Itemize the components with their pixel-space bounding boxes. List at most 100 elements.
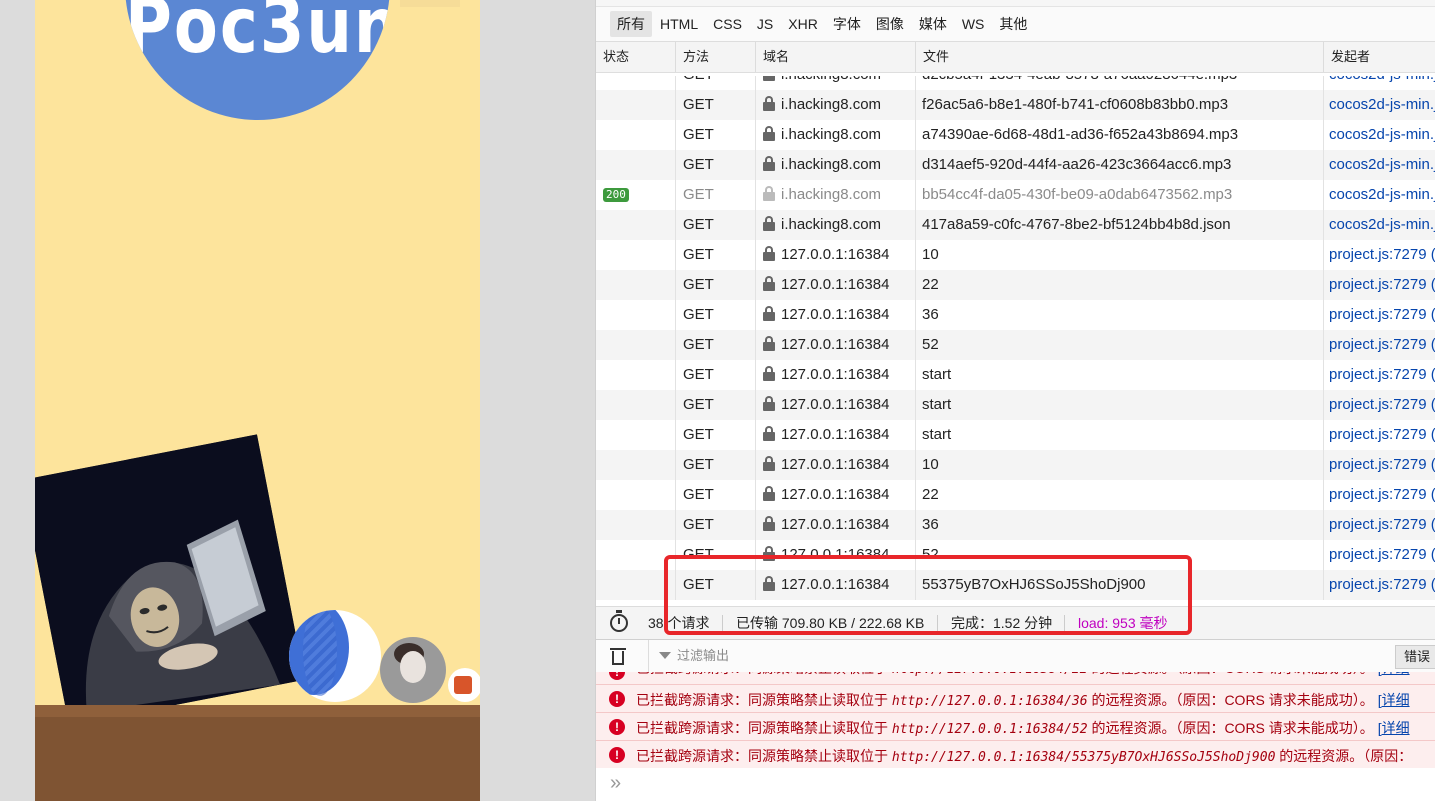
column-status[interactable]: 状态 (596, 42, 676, 72)
filter-tab-6[interactable]: 图像 (869, 11, 911, 37)
row-status (596, 360, 676, 390)
red-highlight-box (664, 555, 1192, 635)
details-link[interactable]: [详细 (1378, 672, 1410, 676)
row-method: GET (676, 330, 756, 360)
error-prefix: 已拦截跨源请求：同源策略禁止读取位于 (636, 692, 892, 708)
column-domain[interactable]: 域名 (756, 42, 916, 72)
trash-icon[interactable] (610, 646, 626, 666)
network-row[interactable]: GET i.hacking8.com 417a8a59-c0fc-4767-8be2… (596, 210, 1435, 240)
row-initiator-link[interactable]: cocos2d-js-min.j (1324, 150, 1435, 180)
blue-ball-sprite (289, 610, 381, 702)
request-type-filter-bar: 所有 HTML CSS JS XHR 字体 图像 媒体 WS 其他 (596, 7, 1435, 42)
row-file: start (916, 390, 1324, 420)
row-method: GET (676, 480, 756, 510)
network-row[interactable]: GET 127.0.0.1:16384 36 project.js:7279 (x (596, 300, 1435, 330)
row-initiator-link[interactable]: cocos2d-js-min.j (1324, 120, 1435, 150)
error-url[interactable]: http://127.0.0.1:16384/55375yB7OxHJ6SSoJ… (892, 750, 1276, 765)
error-url[interactable]: http://127.0.0.1:16384/22 (892, 672, 1088, 677)
row-domain: i.hacking8.com (756, 180, 916, 210)
row-file: bb54cc4f-da05-430f-be09-a0dab6473562.mp3 (916, 180, 1324, 210)
row-initiator-link[interactable]: project.js:7279 (x (1324, 330, 1435, 360)
row-initiator-link[interactable]: project.js:7279 (x (1324, 390, 1435, 420)
row-status (596, 300, 676, 330)
row-method: GET (676, 120, 756, 150)
column-method[interactable]: 方法 (676, 42, 756, 72)
network-row[interactable]: GET 127.0.0.1:16384 22 project.js:7279 (x (596, 270, 1435, 300)
error-url[interactable]: http://127.0.0.1:16384/36 (892, 694, 1088, 709)
filter-tab-0[interactable]: 所有 (610, 11, 652, 37)
error-icon: ! (609, 747, 625, 763)
row-initiator-link[interactable]: project.js:7279 (x (1324, 480, 1435, 510)
row-domain-text: 127.0.0.1:16384 (781, 366, 890, 383)
row-initiator-link[interactable]: project.js:7279 (x (1324, 570, 1435, 600)
console-toolbar: 过滤输出 错误 (596, 640, 1435, 673)
network-row[interactable]: GET 127.0.0.1:16384 52 project.js:7279 (x (596, 330, 1435, 360)
portrait-ball-sprite (380, 637, 446, 703)
filter-tab-5[interactable]: 字体 (826, 11, 868, 37)
timer-icon[interactable] (610, 610, 628, 632)
network-row[interactable]: GET i.hacking8.com d314aef5-920d-44f4-aa26… (596, 150, 1435, 180)
network-row[interactable]: GET 127.0.0.1:16384 10 project.js:7279 (x (596, 450, 1435, 480)
game-canvas[interactable]: Poc3une (35, 0, 480, 801)
network-row[interactable]: 200 GET i.hacking8.com bb54cc4f-da05-430f-b… (596, 180, 1435, 210)
row-domain-text: 127.0.0.1:16384 (781, 426, 890, 443)
errors-filter-button[interactable]: 错误 (1394, 645, 1435, 669)
row-initiator-link[interactable]: project.js:7279 (x (1324, 300, 1435, 330)
row-domain-text: 127.0.0.1:16384 (781, 246, 890, 263)
network-row[interactable]: GET 127.0.0.1:16384 start project.js:7279 (… (596, 420, 1435, 450)
filter-tab-3[interactable]: JS (750, 13, 780, 35)
row-initiator-link[interactable]: project.js:7279 (x (1324, 240, 1435, 270)
lock-icon (763, 396, 775, 411)
filter-tab-4[interactable]: XHR (781, 13, 825, 35)
small-ball-sprite (448, 668, 480, 702)
row-method: GET (676, 90, 756, 120)
lock-icon (763, 306, 775, 321)
network-row[interactable]: GET i.hacking8.com f26ac5a6-b8e1-480f-b741… (596, 90, 1435, 120)
network-row[interactable]: GET 127.0.0.1:16384 start project.js:7279 (… (596, 390, 1435, 420)
funnel-icon (659, 652, 671, 659)
console-filter-input[interactable]: 过滤输出 (648, 640, 1259, 672)
details-link[interactable]: [详细 (1378, 720, 1410, 736)
filter-tab-1[interactable]: HTML (653, 13, 705, 35)
filter-tab-9[interactable]: 其他 (992, 11, 1034, 37)
row-initiator-link[interactable]: project.js:7279 (x (1324, 360, 1435, 390)
row-initiator-link[interactable]: cocos2d-js-min.j (1324, 210, 1435, 240)
row-domain-text: i.hacking8.com (781, 126, 882, 143)
row-initiator-link[interactable]: project.js:7279 (x (1324, 420, 1435, 450)
lock-icon (763, 516, 775, 531)
error-url[interactable]: http://127.0.0.1:16384/52 (892, 722, 1088, 737)
error-icon: ! (609, 719, 625, 735)
network-row[interactable]: GET 127.0.0.1:16384 36 project.js:7279 (x (596, 510, 1435, 540)
row-method: GET (676, 76, 756, 90)
lock-icon (763, 366, 775, 381)
network-row[interactable]: GET i.hacking8.com d2cb5a4f-1334-4eab-8578… (596, 76, 1435, 90)
filter-tab-8[interactable]: WS (955, 13, 992, 35)
row-status (596, 210, 676, 240)
console-input[interactable]: » (596, 768, 1435, 801)
row-initiator-link[interactable]: project.js:7279 (x (1324, 270, 1435, 300)
row-initiator-link[interactable]: cocos2d-js-min.j (1324, 90, 1435, 120)
chevron-right-icon: » (610, 772, 622, 794)
network-table-header: 状态 方法 域名 文件 发起者 (596, 42, 1435, 73)
row-initiator-link[interactable]: cocos2d-js-min.j (1324, 76, 1435, 90)
lock-icon (763, 426, 775, 441)
column-file[interactable]: 文件 (916, 42, 1324, 72)
row-method: GET (676, 180, 756, 210)
network-row[interactable]: GET 127.0.0.1:16384 start project.js:7279 (… (596, 360, 1435, 390)
row-status: 200 (596, 180, 676, 210)
row-method: GET (676, 390, 756, 420)
row-file: 36 (916, 300, 1324, 330)
network-row[interactable]: GET 127.0.0.1:16384 10 project.js:7279 (x (596, 240, 1435, 270)
filter-tab-7[interactable]: 媒体 (912, 11, 954, 37)
filter-tab-2[interactable]: CSS (706, 13, 749, 35)
details-link[interactable]: [详细 (1378, 692, 1410, 708)
row-initiator-link[interactable]: project.js:7279 (x (1324, 510, 1435, 540)
network-row[interactable]: GET 127.0.0.1:16384 22 project.js:7279 (x (596, 480, 1435, 510)
network-row[interactable]: GET i.hacking8.com a74390ae-6d68-48d1-ad36… (596, 120, 1435, 150)
row-initiator-link[interactable]: cocos2d-js-min.j (1324, 180, 1435, 210)
row-domain-text: i.hacking8.com (781, 156, 882, 173)
row-initiator-link[interactable]: project.js:7279 (x (1324, 450, 1435, 480)
column-initiator[interactable]: 发起者 (1324, 42, 1435, 72)
row-initiator-link[interactable]: project.js:7279 (x (1324, 540, 1435, 570)
row-file: 36 (916, 510, 1324, 540)
